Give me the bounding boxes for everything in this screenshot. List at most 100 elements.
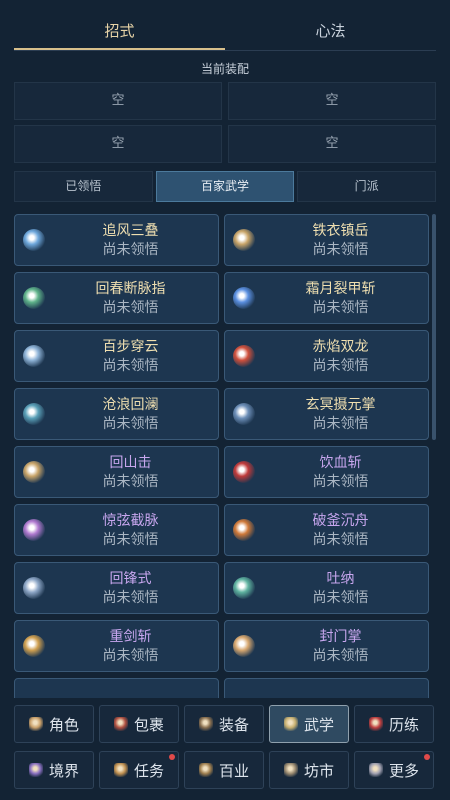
skill-status: 尚未领悟 [102, 242, 159, 258]
nav-button-scroll[interactable]: 武学 [269, 705, 349, 743]
skill-name: 破釜沉舟 [312, 513, 369, 529]
nav-button-market[interactable]: 坊市 [269, 751, 349, 789]
filter-segments: 已领悟 百家武学 门派 [14, 171, 437, 202]
skill-status: 尚未领悟 [102, 416, 159, 432]
seal-palm-skill-icon [233, 635, 255, 657]
skill-name: 百步穿云 [102, 339, 159, 355]
frost-skill-icon [233, 287, 255, 309]
skill-status: 尚未领悟 [312, 358, 369, 374]
equip-slots: 空 空 空 空 [14, 82, 436, 163]
skill-card[interactable]: 百步穿云 尚未领悟 [14, 330, 219, 382]
nav-button-trade[interactable]: 百业 [184, 751, 264, 789]
sword-skill-icon [23, 635, 45, 657]
skill-status: 尚未领悟 [102, 648, 159, 664]
nav-label: 百业 [218, 761, 249, 780]
skill-name: 赤焰双龙 [312, 339, 369, 355]
nav-button-character[interactable]: 角色 [14, 705, 94, 743]
equip-slot-3[interactable]: 空 [14, 125, 222, 163]
skill-card[interactable]: 铁衣镇岳 尚未领悟 [224, 214, 429, 266]
wind-skill-icon [23, 229, 45, 251]
nav-button-book[interactable]: 更多 [354, 751, 434, 789]
skill-card[interactable]: 回春断脉指 尚未领悟 [14, 272, 219, 324]
skill-name: 吐纳 [326, 571, 355, 587]
nav-label: 更多 [388, 761, 419, 780]
nav-label: 包裹 [133, 715, 164, 734]
skill-status: 尚未领悟 [312, 300, 369, 316]
bag-icon [113, 717, 128, 731]
cloud-skill-icon [23, 345, 45, 367]
segment-learned[interactable]: 已领悟 [14, 171, 153, 202]
skill-card[interactable]: 追风三叠 尚未领悟 [14, 214, 219, 266]
skill-name: 玄冥摄元掌 [305, 397, 376, 413]
nav-button-quest[interactable]: 任务 [99, 751, 179, 789]
equip-title: 当前装配 [200, 62, 249, 76]
skill-card[interactable]: 霜月裂甲斩 尚未领悟 [224, 272, 429, 324]
nav-button-meditation[interactable]: 境界 [14, 751, 94, 789]
palm-skill-icon [233, 403, 255, 425]
skill-name: 惊弦截脉 [102, 513, 159, 529]
nav-label: 装备 [218, 715, 249, 734]
trade-icon [198, 763, 213, 777]
skill-card[interactable]: 惊弦截脉 尚未领悟 [14, 504, 219, 556]
nav-button-beast[interactable]: 历练 [354, 705, 434, 743]
skill-card[interactable]: 玄冥摄元掌 尚未领悟 [224, 388, 429, 440]
skill-status: 尚未领悟 [102, 532, 159, 548]
notification-dot [169, 754, 175, 760]
notification-dot [424, 754, 430, 760]
nav-label: 任务 [133, 761, 164, 780]
skill-status: 尚未领悟 [102, 300, 159, 316]
equip-slot-2[interactable]: 空 [228, 82, 436, 120]
skill-status: 尚未领悟 [312, 532, 369, 548]
equip-slot-4[interactable]: 空 [228, 125, 436, 163]
scroll-icon [283, 717, 298, 731]
equip-slot-1[interactable]: 空 [14, 82, 222, 120]
skill-status: 尚未领悟 [102, 358, 159, 374]
skill-card[interactable]: 破釜沉舟 尚未领悟 [224, 504, 429, 556]
skill-name: 封门掌 [319, 629, 362, 645]
tab-moves[interactable]: 招式 [14, 14, 225, 50]
tab-mind-arts[interactable]: 心法 [225, 14, 436, 50]
flame-skill-icon [233, 345, 255, 367]
nav-label: 历练 [388, 715, 419, 734]
nav-button-bag[interactable]: 包裹 [99, 705, 179, 743]
skill-name: 霜月裂甲斩 [305, 281, 376, 297]
skill-status: 尚未领悟 [102, 590, 159, 606]
skill-list[interactable]: 追风三叠 尚未领悟 铁衣镇岳 尚未领悟 回春断脉指 尚未领悟 霜月裂甲斩 尚未领悟 百步穿云 尚未… [14, 214, 429, 698]
skill-card[interactable]: 封门掌 尚未领悟 [224, 620, 429, 672]
skill-status: 尚未领悟 [312, 590, 369, 606]
skill-grid: 追风三叠 尚未领悟 铁衣镇岳 尚未领悟 回春断脉指 尚未领悟 霜月裂甲斩 尚未领悟 百步穿云 尚未… [14, 214, 429, 698]
skill-card[interactable]: 饮血斩 尚未领悟 [224, 446, 429, 498]
skill-status: 尚未领悟 [312, 416, 369, 432]
skill-card[interactable]: 沧浪回澜 尚未领悟 [14, 388, 219, 440]
skill-card[interactable]: 赤焰双龙 尚未领悟 [224, 330, 429, 382]
armor-icon [198, 717, 213, 731]
skill-card[interactable]: 回山击 尚未领悟 [14, 446, 219, 498]
skill-name: 沧浪回澜 [102, 397, 159, 413]
skill-name: 饮血斩 [319, 455, 362, 471]
strike-skill-icon [23, 461, 45, 483]
skill-name: 重剑斩 [109, 629, 152, 645]
nav-label: 角色 [48, 715, 79, 734]
skill-name: 铁衣镇岳 [312, 223, 369, 239]
finger-skill-icon [23, 287, 45, 309]
wave-skill-icon [23, 403, 45, 425]
skill-card[interactable]: 回锋式 尚未领悟 [14, 562, 219, 614]
character-icon [28, 717, 43, 731]
nav-button-armor[interactable]: 装备 [184, 705, 264, 743]
nav-label: 境界 [48, 761, 79, 780]
bottom-nav: 角色 包裹 装备 武学 历练境界 任务 百业 坊市 更多 [14, 705, 436, 789]
skill-name: 回锋式 [109, 571, 152, 587]
segment-sect[interactable]: 门派 [297, 171, 437, 202]
meditation-icon [28, 763, 43, 777]
quest-icon [113, 763, 128, 777]
blood-skill-icon [233, 461, 255, 483]
scrollbar[interactable] [432, 214, 436, 440]
skill-card[interactable]: 晕陆拴 [14, 678, 219, 698]
skill-card[interactable]: 重剑斩 尚未领悟 [14, 620, 219, 672]
skill-card[interactable]: 吐纳 尚未领悟 [224, 562, 429, 614]
segment-hundred-schools[interactable]: 百家武学 [155, 171, 295, 202]
nav-label: 武学 [303, 715, 334, 734]
skill-card[interactable]: 断岳斩 [224, 678, 429, 698]
market-icon [283, 763, 298, 777]
top-tabs: 招式 心法 [14, 14, 436, 51]
